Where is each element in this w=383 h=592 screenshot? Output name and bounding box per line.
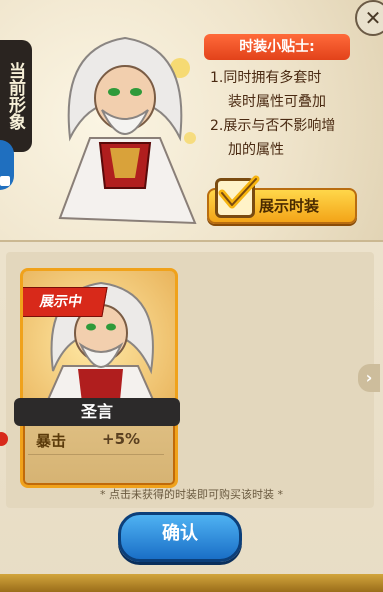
stat-name: 暴击	[36, 432, 67, 450]
close-icon: ✕	[364, 6, 382, 30]
checkmark-icon	[218, 175, 260, 209]
costume-panel: 当前形象 ✕ 时装小贴士: 1.同时拥有多套时 装时属性可叠加 2.展示与否不影…	[0, 0, 383, 592]
side-tab-button[interactable]	[0, 140, 14, 190]
tips-title: 时装小贴士:	[204, 34, 350, 60]
hero-portrait-large	[58, 36, 197, 225]
current-costume-showcase: 当前形象 ✕ 时装小贴士: 1.同时拥有多套时 装时属性可叠加 2.展示与否不影…	[0, 0, 383, 242]
showing-ribbon: 展示中	[23, 287, 108, 317]
confirm-button[interactable]: 确认	[118, 512, 242, 562]
scroll-right-button[interactable]: ›	[358, 364, 380, 392]
tips-list: 1.同时拥有多套时 装时属性可叠加 2.展示与否不影响增 加的属性	[210, 66, 370, 162]
checkbox[interactable]	[215, 175, 260, 218]
show-costume-toggle[interactable]: 展示时装	[207, 175, 357, 224]
show-costume-label: 展示时装	[259, 197, 320, 215]
tip-item: 1.同时拥有多套时 装时属性可叠加	[210, 70, 326, 110]
tip-item: 2.展示与否不影响增 加的属性	[210, 118, 336, 158]
costume-name: 圣言	[14, 398, 180, 426]
current-image-label: 当前形象	[0, 40, 32, 152]
stat-value: +5%	[102, 430, 141, 448]
bottom-decoration	[0, 574, 383, 592]
card-divider	[28, 454, 164, 455]
chevron-right-icon: ›	[365, 368, 373, 387]
purchase-hint: * 点击未获得的时装即可购买该时装 *	[100, 488, 283, 501]
costume-card[interactable]: 展示中	[20, 268, 178, 488]
close-button[interactable]: ✕	[355, 0, 383, 36]
